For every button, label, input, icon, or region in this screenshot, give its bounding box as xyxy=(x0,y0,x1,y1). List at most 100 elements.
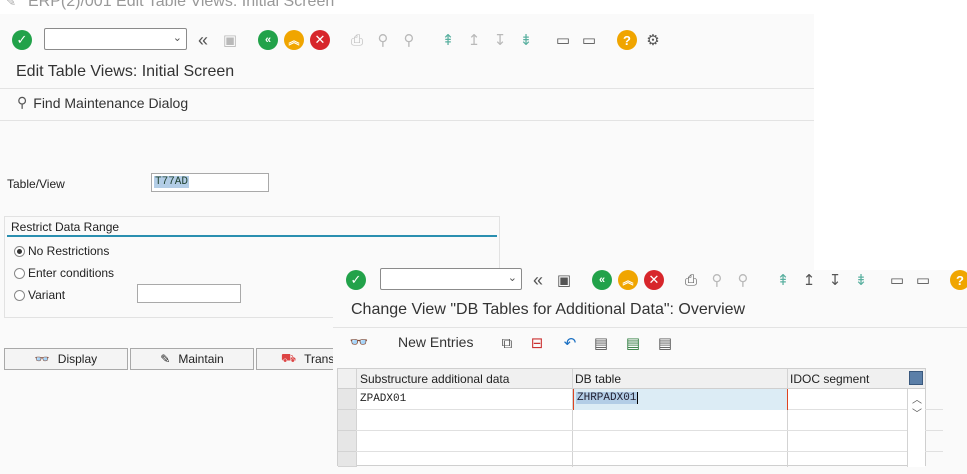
title-divider-2 xyxy=(333,327,967,328)
screen-title-2: Change View "DB Tables for Additional Da… xyxy=(351,301,746,318)
select-all-icon[interactable]: ▤ xyxy=(591,333,611,353)
table-scrollbar[interactable]: ︿ ﹀ xyxy=(907,389,925,467)
first-page-icon[interactable]: ⇞ xyxy=(773,270,793,290)
last-page-icon[interactable]: ⇟ xyxy=(851,270,871,290)
row-selector[interactable] xyxy=(338,452,356,467)
column-header[interactable]: IDOC segment xyxy=(790,372,869,386)
system-toolbar: ✓ ⌄ « ▣ « ︽ ✕ ⎙ ⚲ ⚲ ⇞ ↥ ↧ ⇟ ▭ ▭ ? ⚙ xyxy=(0,26,814,56)
settings-icon[interactable]: ⚙ xyxy=(643,30,663,50)
save-icon[interactable]: ▣ xyxy=(554,270,574,290)
row-selector[interactable] xyxy=(338,431,356,452)
table-settings-icon[interactable] xyxy=(909,371,923,385)
row-selector[interactable] xyxy=(338,389,356,410)
truck-icon: ⛟ xyxy=(281,351,297,365)
table-view-label: Table/View xyxy=(7,177,65,191)
shortcut-icon[interactable]: ▭ xyxy=(579,30,599,50)
edit-icon: ✎ xyxy=(6,0,17,9)
find-next-icon[interactable]: ⚲ xyxy=(399,30,419,50)
column-header[interactable]: Substructure additional data xyxy=(360,372,509,386)
back-icon[interactable]: « xyxy=(592,270,612,290)
cancel-icon[interactable]: ✕ xyxy=(310,30,330,50)
table-view-input[interactable]: T77AD xyxy=(151,173,269,192)
new-session-icon[interactable]: ▭ xyxy=(887,270,907,290)
chevron-down-icon[interactable]: ⌄ xyxy=(173,31,182,44)
transport-label: Trans xyxy=(304,352,335,366)
row-selector[interactable] xyxy=(338,410,356,431)
display-button[interactable]: 👓 Display xyxy=(4,348,128,370)
glasses-icon: 👓 xyxy=(34,352,50,366)
check-icon[interactable]: ✓ xyxy=(12,30,32,50)
app-toolbar-divider xyxy=(0,120,814,121)
next-page-icon[interactable]: ↧ xyxy=(490,30,510,50)
next-page-icon[interactable]: ↧ xyxy=(825,270,845,290)
select-block-icon[interactable]: ▤ xyxy=(623,333,643,353)
table-view-value: T77AD xyxy=(154,176,190,188)
column-header[interactable]: DB table xyxy=(575,372,621,386)
new-entries-button[interactable]: New Entries xyxy=(398,334,473,350)
radio-button[interactable] xyxy=(14,289,25,301)
table-header: Substructure additional data DB table ID… xyxy=(338,369,925,389)
pencil-icon: ✎ xyxy=(160,352,171,366)
table-row[interactable] xyxy=(356,431,943,452)
last-page-icon[interactable]: ⇟ xyxy=(516,30,536,50)
find-maintenance-dialog-button[interactable]: ⚲ Find Maintenance Dialog xyxy=(17,94,188,111)
radio-label: No Restrictions xyxy=(28,244,110,258)
radio-label: Variant xyxy=(28,288,66,302)
previous-page-icon[interactable]: ↥ xyxy=(464,30,484,50)
binoculars-icon: ⚲ xyxy=(17,94,28,110)
deselect-all-icon[interactable]: ▤ xyxy=(655,333,675,353)
table-row[interactable] xyxy=(356,410,943,431)
substructure-cell[interactable]: ZPADX01 xyxy=(360,393,406,405)
db-table-cell[interactable]: ZHRPADX01 xyxy=(573,389,788,410)
maintain-button[interactable]: ✎ Maintain xyxy=(130,348,254,370)
db-table-value: ZHRPADX01 xyxy=(576,392,639,404)
radio-no-restrictions[interactable]: No Restrictions xyxy=(14,244,109,258)
new-session-icon[interactable]: ▭ xyxy=(553,30,573,50)
save-icon[interactable]: ▣ xyxy=(220,30,240,50)
back-icon[interactable]: « xyxy=(258,30,278,50)
display-label: Display xyxy=(57,352,98,366)
radio-variant[interactable]: Variant xyxy=(14,288,65,302)
print-icon[interactable]: ⎙ xyxy=(347,30,367,50)
window-title: ERP(2)/001 Edit Table Views: Initial Scr… xyxy=(28,0,335,10)
radio-enter-conditions[interactable]: Enter conditions xyxy=(14,266,114,280)
variant-input[interactable] xyxy=(137,284,241,303)
radio-button[interactable] xyxy=(14,245,25,257)
command-field-2[interactable]: ⌄ xyxy=(380,268,522,290)
maintain-label: Maintain xyxy=(178,352,224,366)
find-icon[interactable]: ⚲ xyxy=(707,270,727,290)
restrict-data-range-title: Restrict Data Range xyxy=(11,220,120,234)
command-field[interactable]: ⌄ xyxy=(44,28,187,50)
scroll-down-icon[interactable]: ﹀ xyxy=(912,405,922,420)
check-icon[interactable]: ✓ xyxy=(346,270,366,290)
system-toolbar-2: ✓ ⌄ « ▣ « ︽ ✕ ⎙ ⚲ ⚲ ⇞ ↥ ↧ ⇟ ▭ ▭ ? xyxy=(333,268,967,300)
help-icon[interactable]: ? xyxy=(617,30,637,50)
find-maintenance-dialog-label: Find Maintenance Dialog xyxy=(33,94,189,111)
new-entries-label: New Entries xyxy=(398,334,474,350)
print-icon[interactable]: ⎙ xyxy=(681,270,701,290)
glasses-icon[interactable]: 👓 xyxy=(349,332,369,352)
find-icon[interactable]: ⚲ xyxy=(373,30,393,50)
db-tables-table: Substructure additional data DB table ID… xyxy=(337,368,943,467)
previous-page-icon[interactable]: ↥ xyxy=(799,270,819,290)
undo-icon[interactable]: ↶ xyxy=(560,333,580,353)
shortcut-icon[interactable]: ▭ xyxy=(913,270,933,290)
window-titlebar: ✎ ERP(2)/001 Edit Table Views: Initial S… xyxy=(0,0,814,14)
help-icon[interactable]: ? xyxy=(950,270,967,290)
find-next-icon[interactable]: ⚲ xyxy=(733,270,753,290)
title-divider xyxy=(0,88,814,89)
first-page-icon[interactable]: ⇞ xyxy=(438,30,458,50)
screen-title: Edit Table Views: Initial Screen xyxy=(16,63,235,80)
scroll-up-icon[interactable]: ︿ xyxy=(912,391,922,406)
change-view-window: ✓ ⌄ « ▣ « ︽ ✕ ⎙ ⚲ ⚲ ⇞ ↥ ↧ ⇟ ▭ ▭ ? Change… xyxy=(333,268,967,474)
exit-icon[interactable]: ︽ xyxy=(284,30,304,50)
copy-icon[interactable]: ⧉ xyxy=(497,333,517,353)
exit-icon[interactable]: ︽ xyxy=(618,270,638,290)
delete-icon[interactable]: ⊟ xyxy=(527,333,547,353)
chevron-down-icon[interactable]: ⌄ xyxy=(508,271,517,284)
collapse-icon[interactable]: « xyxy=(193,30,213,50)
group-title-underline xyxy=(7,235,497,237)
radio-button[interactable] xyxy=(14,267,25,279)
cancel-icon[interactable]: ✕ xyxy=(644,270,664,290)
collapse-icon[interactable]: « xyxy=(528,270,548,290)
